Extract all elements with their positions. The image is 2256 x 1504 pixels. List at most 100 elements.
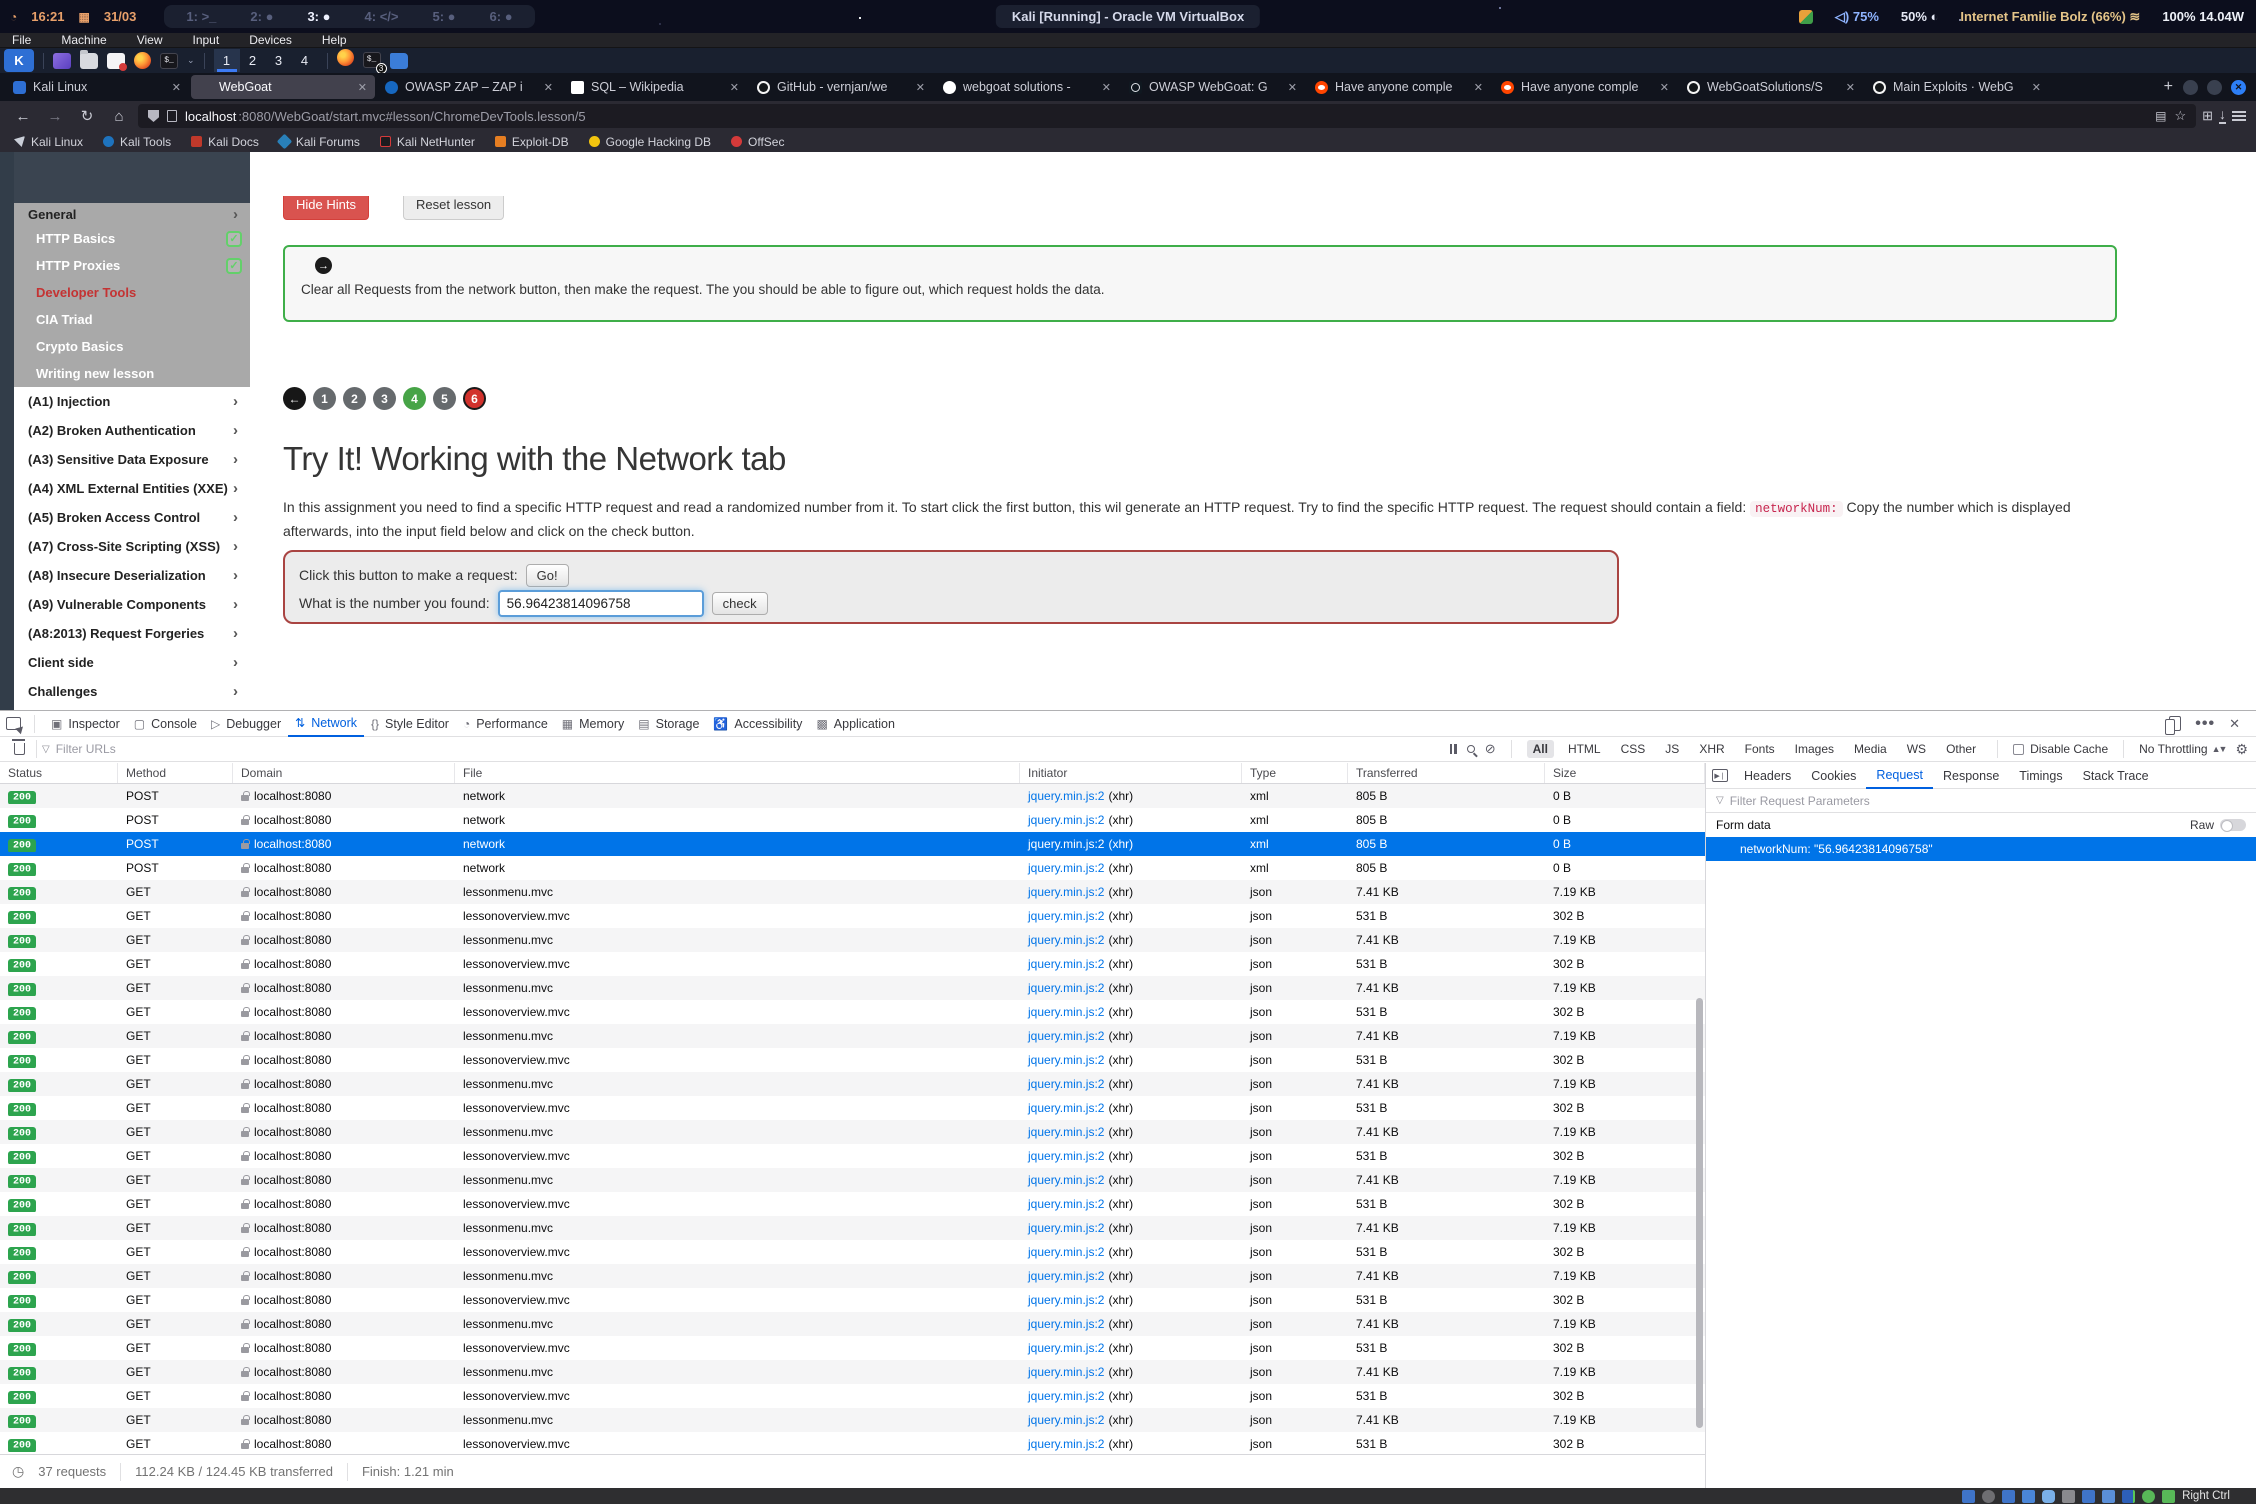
kali-menu-button[interactable]: K (4, 49, 34, 72)
window-minimize-button[interactable] (2183, 80, 2198, 95)
network-request-row[interactable]: 200 GET localhost:8080 lessonoverview.mv… (0, 1192, 1705, 1216)
initiator-link[interactable]: jquery.min.js:2 (1028, 933, 1104, 947)
network-request-row[interactable]: 200 GET localhost:8080 lessonoverview.mv… (0, 1432, 1705, 1454)
taskbar-folder-window[interactable] (390, 53, 408, 69)
window-close-button[interactable]: ✕ (2231, 80, 2246, 95)
vbox-status-icon[interactable] (2062, 1490, 2075, 1503)
reload-button[interactable]: ↻ (74, 107, 100, 125)
home-button[interactable]: ⌂ (106, 108, 132, 125)
sidebar-item[interactable]: Client side ✓ › (14, 648, 250, 677)
vbox-status-icon[interactable] (1962, 1490, 1975, 1503)
initiator-link[interactable]: jquery.min.js:2 (1028, 1389, 1104, 1403)
disable-cache-checkbox[interactable]: Disable Cache (2013, 742, 2108, 756)
vbox-status-icon[interactable] (2022, 1490, 2035, 1503)
workspace-indicator[interactable]: 5: ● (432, 9, 455, 24)
back-button[interactable]: ← (10, 108, 36, 125)
type-filter-button[interactable]: Images (1789, 740, 1840, 758)
type-filter-button[interactable]: JS (1659, 740, 1685, 758)
new-tab-button[interactable]: + (2164, 78, 2173, 96)
browser-tab[interactable]: SQL – Wikipedia ✕ (563, 75, 747, 99)
tracking-protection-icon[interactable] (148, 110, 159, 122)
sidebar-item[interactable]: (A3) Sensitive Data Exposure ✓ › (14, 445, 250, 474)
tab-close-icon[interactable]: ✕ (2032, 81, 2041, 94)
detail-tab[interactable]: Timings (2009, 763, 2072, 789)
initiator-link[interactable]: jquery.min.js:2 (1028, 1197, 1104, 1211)
tab-close-icon[interactable]: ✕ (358, 81, 367, 94)
sidebar-item[interactable]: Writing new lesson ✓ › (14, 360, 250, 387)
initiator-link[interactable]: jquery.min.js:2 (1028, 1269, 1104, 1283)
initiator-link[interactable]: jquery.min.js:2 (1028, 789, 1104, 803)
vbox-status-icon[interactable] (2082, 1490, 2095, 1503)
throttling-select[interactable]: No Throttling▲▼ (2139, 742, 2225, 756)
sidebar-item[interactable]: (A1) Injection ✓ › (14, 387, 250, 416)
network-request-row[interactable]: 200 GET localhost:8080 lessonoverview.mv… (0, 952, 1705, 976)
pick-element-icon[interactable] (6, 717, 21, 730)
panel-toggle-icon[interactable]: ▶❘ (1712, 769, 1728, 782)
browser-tab[interactable]: Have anyone comple ✕ (1307, 75, 1491, 99)
menubar-item[interactable]: Machine (61, 33, 106, 47)
initiator-link[interactable]: jquery.min.js:2 (1028, 885, 1104, 899)
network-request-row[interactable]: 200 GET localhost:8080 lessonmenu.mvc jq… (0, 1168, 1705, 1192)
sidebar-item[interactable]: HTTP Basics ✓ › (14, 225, 250, 252)
sidebar-item[interactable]: (A9) Vulnerable Components ✓ › (14, 590, 250, 619)
initiator-link[interactable]: jquery.min.js:2 (1028, 1149, 1104, 1163)
network-request-row[interactable]: 200 GET localhost:8080 lessonoverview.mv… (0, 1096, 1705, 1120)
network-request-row[interactable]: 200 GET localhost:8080 lessonmenu.mvc jq… (0, 1024, 1705, 1048)
launcher-dropdown-icon[interactable]: ⌄ (187, 55, 195, 66)
browser-tab[interactable]: OWASP ZAP – ZAP i ✕ (377, 75, 561, 99)
network-request-row[interactable]: 200 POST localhost:8080 network jquery.m… (0, 784, 1705, 808)
bookmark-item[interactable]: Kali Linux (14, 135, 83, 149)
window-maximize-button[interactable] (2207, 80, 2222, 95)
bookmark-item[interactable]: Kali Tools (103, 135, 171, 149)
battery-indicator[interactable]: 50% ◐ (1901, 9, 1939, 24)
type-filter-button[interactable]: Fonts (1739, 740, 1781, 758)
sidebar-item[interactable]: HTTP Proxies ✓ › (14, 252, 250, 279)
devtools-tab[interactable]: ▢ Console (127, 711, 204, 737)
network-request-row[interactable]: 200 GET localhost:8080 lessonmenu.mvc jq… (0, 1264, 1705, 1288)
network-request-row[interactable]: 200 GET localhost:8080 lessonmenu.mvc jq… (0, 1360, 1705, 1384)
initiator-link[interactable]: jquery.min.js:2 (1028, 1293, 1104, 1307)
browser-tab[interactable]: GitHub - vernjan/we ✕ (749, 75, 933, 99)
bookmark-item[interactable]: OffSec (731, 135, 784, 149)
browser-tab[interactable]: Have anyone comple ✕ (1493, 75, 1677, 99)
column-file[interactable]: File (455, 763, 1020, 783)
sidebar-item[interactable]: General ✓ › (14, 203, 250, 225)
sidebar-item[interactable]: CIA Triad ✓ › (14, 306, 250, 333)
network-request-row[interactable]: 200 GET localhost:8080 lessonmenu.mvc jq… (0, 1312, 1705, 1336)
type-filter-button[interactable]: CSS (1615, 740, 1652, 758)
app-launcher-icon[interactable] (53, 53, 71, 69)
taskbar-workspace-number[interactable]: 3 (266, 49, 292, 72)
network-request-row[interactable]: 200 POST localhost:8080 network jquery.m… (0, 856, 1705, 880)
sidebar-item[interactable]: (A5) Broken Access Control ✓ › (14, 503, 250, 532)
downloads-icon[interactable]: ↓ (2219, 109, 2226, 124)
file-manager-icon[interactable] (80, 53, 98, 69)
column-transferred[interactable]: Transferred (1348, 763, 1545, 783)
detail-tab[interactable]: Request (1866, 763, 1933, 789)
check-button[interactable]: check (712, 592, 768, 615)
initiator-link[interactable]: jquery.min.js:2 (1028, 1365, 1104, 1379)
browser-tab[interactable]: OWASP WebGoat: G ✕ (1121, 75, 1305, 99)
network-request-row[interactable]: 200 GET localhost:8080 lessonoverview.mv… (0, 1288, 1705, 1312)
browser-tab[interactable]: WebGoat ✕ (191, 75, 375, 99)
menubar-item[interactable]: Input (193, 33, 220, 47)
search-icon[interactable] (1467, 745, 1475, 753)
network-request-row[interactable]: 200 GET localhost:8080 lessonoverview.mv… (0, 1384, 1705, 1408)
devtools-options-icon[interactable]: ••• (2195, 715, 2215, 733)
firefox-launcher-icon[interactable] (134, 52, 151, 69)
volume-indicator[interactable]: ◁) 75% (1835, 9, 1879, 25)
initiator-link[interactable]: jquery.min.js:2 (1028, 1173, 1104, 1187)
column-domain[interactable]: Domain (233, 763, 455, 783)
detail-tab[interactable]: Cookies (1801, 763, 1866, 789)
vbox-status-icon[interactable] (2102, 1490, 2115, 1503)
tab-close-icon[interactable]: ✕ (172, 81, 181, 94)
form-data-param[interactable]: networkNum: "56.96423814096758" (1706, 837, 2256, 861)
hint-arrow-icon[interactable]: → (315, 257, 332, 274)
taskbar-terminal-window[interactable]: $_ 3 (363, 52, 381, 70)
network-request-row[interactable]: 200 GET localhost:8080 lessonmenu.mvc jq… (0, 1072, 1705, 1096)
network-request-row[interactable]: 200 GET localhost:8080 lessonoverview.mv… (0, 1336, 1705, 1360)
page-button[interactable]: 6 (463, 387, 486, 410)
type-filter-button[interactable]: WS (1901, 740, 1932, 758)
menubar-item[interactable]: Devices (249, 33, 292, 47)
taskbar-firefox-window[interactable] (337, 49, 354, 73)
pause-traffic-icon[interactable] (1450, 744, 1457, 754)
